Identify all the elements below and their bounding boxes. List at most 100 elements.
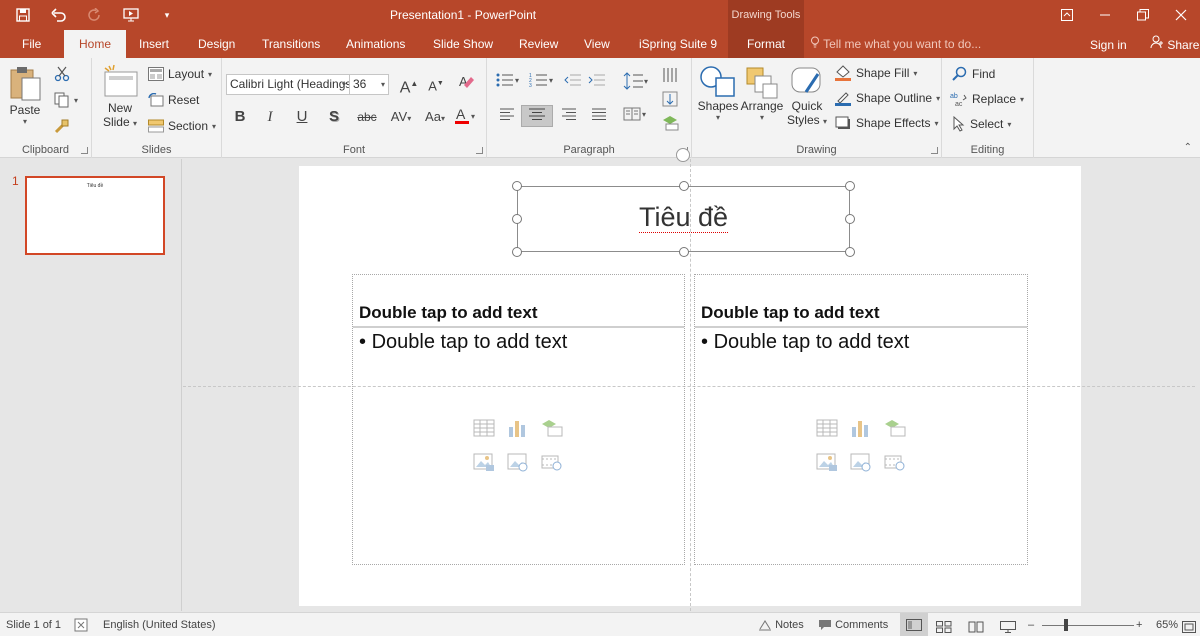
paste-dropdown-icon[interactable]: ▾ xyxy=(6,117,44,126)
shape-outline-button[interactable]: Shape Outline ▾ xyxy=(834,90,940,106)
language-indicator[interactable]: English (United States) xyxy=(103,613,216,636)
left-content-placeholder[interactable]: Double tap to add text • Double tap to a… xyxy=(352,274,685,565)
paste-button[interactable]: Paste ▾ xyxy=(6,64,44,126)
insert-video-icon[interactable] xyxy=(884,452,906,474)
justify-icon[interactable] xyxy=(587,106,611,128)
replace-button[interactable]: ab ac Replace ▾ xyxy=(950,91,1024,107)
zoom-in-icon[interactable]: + xyxy=(1136,613,1142,636)
copy-icon[interactable]: ▾ xyxy=(54,92,78,108)
minimize-icon[interactable] xyxy=(1086,0,1124,30)
insert-smartart-icon[interactable] xyxy=(541,418,563,440)
tab-design[interactable]: Design xyxy=(198,30,235,58)
tab-ispring[interactable]: iSpring Suite 9 xyxy=(639,30,717,58)
sign-in-link[interactable]: Sign in xyxy=(1090,30,1127,60)
increase-font-size-icon[interactable]: A▲ xyxy=(397,73,421,96)
resize-handle-top-right[interactable] xyxy=(845,181,855,191)
increase-indent-icon[interactable] xyxy=(585,72,609,94)
close-icon[interactable] xyxy=(1162,0,1200,30)
notes-button[interactable]: Notes xyxy=(758,613,804,636)
cut-icon[interactable] xyxy=(54,66,70,82)
slide-show-view-icon[interactable] xyxy=(1000,618,1016,636)
bold-button[interactable]: B xyxy=(228,106,252,128)
normal-view-icon[interactable] xyxy=(900,613,928,636)
insert-online-picture-icon[interactable] xyxy=(850,452,872,474)
tab-home[interactable]: Home xyxy=(64,30,127,59)
resize-handle-bottom-left[interactable] xyxy=(512,247,522,257)
reading-view-icon[interactable] xyxy=(968,618,984,636)
vertical-scrollbar[interactable] xyxy=(1195,159,1200,611)
text-direction-icon[interactable] xyxy=(659,66,683,88)
collapse-ribbon-icon[interactable]: ⌃ xyxy=(1184,142,1192,153)
tab-insert[interactable]: Insert xyxy=(139,30,169,58)
title-placeholder[interactable]: Tiêu đề xyxy=(517,186,850,252)
rotate-handle-icon[interactable] xyxy=(676,148,690,162)
columns-icon[interactable]: ▾ xyxy=(621,106,651,128)
insert-picture-icon[interactable] xyxy=(816,452,838,474)
resize-handle-bottom[interactable] xyxy=(679,247,689,257)
ribbon-display-options-icon[interactable] xyxy=(1048,0,1086,30)
tab-slide-show[interactable]: Slide Show xyxy=(433,30,493,58)
resize-handle-left[interactable] xyxy=(512,214,522,224)
resize-handle-bottom-right[interactable] xyxy=(845,247,855,257)
section-button[interactable]: Section ▾ xyxy=(148,119,216,133)
zoom-slider-track[interactable] xyxy=(1042,625,1134,626)
fit-slide-icon[interactable] xyxy=(1182,618,1196,636)
right-content-placeholder[interactable]: Double tap to add text • Double tap to a… xyxy=(694,274,1028,565)
arrange-button[interactable]: Arrange ▾ xyxy=(740,64,784,122)
tab-animations[interactable]: Animations xyxy=(346,30,405,58)
drawing-launcher-icon[interactable] xyxy=(931,147,938,154)
customize-qat-icon[interactable]: ▾ xyxy=(152,4,182,26)
insert-chart-icon[interactable] xyxy=(850,418,872,440)
slide-thumbnail[interactable]: Tiêu đề xyxy=(25,176,165,255)
insert-video-icon[interactable] xyxy=(541,452,563,474)
zoom-level[interactable]: 65% xyxy=(1156,613,1178,636)
align-right-icon[interactable] xyxy=(557,106,581,128)
insert-smartart-icon[interactable] xyxy=(884,418,906,440)
tab-view[interactable]: View xyxy=(584,30,610,58)
restore-icon[interactable] xyxy=(1124,0,1162,30)
tab-review[interactable]: Review xyxy=(519,30,558,58)
insert-table-icon[interactable] xyxy=(473,418,495,440)
underline-button[interactable]: U xyxy=(290,106,314,128)
font-name-combo[interactable]: Calibri Light (Headings ▾ xyxy=(226,74,350,95)
align-left-icon[interactable] xyxy=(495,106,519,128)
share-button[interactable]: Share xyxy=(1150,30,1199,60)
find-button[interactable]: Find xyxy=(952,66,995,82)
insert-table-icon[interactable] xyxy=(816,418,838,440)
slide-sorter-view-icon[interactable] xyxy=(936,618,952,636)
zoom-out-icon[interactable]: – xyxy=(1028,613,1034,636)
redo-icon[interactable] xyxy=(80,4,110,26)
clear-formatting-icon[interactable]: A xyxy=(455,73,479,95)
right-heading-text[interactable]: Double tap to add text xyxy=(701,303,880,323)
undo-icon[interactable] xyxy=(44,4,74,26)
decrease-font-size-icon[interactable]: A▼ xyxy=(424,73,448,95)
spell-check-icon[interactable] xyxy=(74,613,88,636)
presentation-start-icon[interactable] xyxy=(116,4,146,26)
reset-button[interactable]: Reset xyxy=(148,93,199,107)
tell-me-box[interactable]: Tell me what you want to do... xyxy=(810,30,981,59)
quick-styles-button[interactable]: Quick Styles ▾ xyxy=(786,64,828,127)
save-icon[interactable] xyxy=(8,4,38,26)
clipboard-launcher-icon[interactable] xyxy=(81,147,88,154)
align-center-icon[interactable] xyxy=(521,105,553,127)
left-bullet-text[interactable]: • Double tap to add text xyxy=(359,331,567,354)
shape-fill-button[interactable]: Shape Fill ▾ xyxy=(834,65,917,81)
decrease-indent-icon[interactable] xyxy=(561,72,585,94)
tab-file[interactable]: File xyxy=(22,30,41,58)
shapes-button[interactable]: Shapes ▾ xyxy=(696,64,740,122)
text-shadow-button[interactable]: S xyxy=(322,106,346,128)
align-text-icon[interactable] xyxy=(659,90,683,112)
slide-title-text[interactable]: Tiêu đề xyxy=(518,202,849,233)
font-size-combo[interactable]: 36 ▾ xyxy=(349,74,389,95)
left-heading-text[interactable]: Double tap to add text xyxy=(359,303,538,323)
select-button[interactable]: Select ▾ xyxy=(952,116,1011,132)
change-case-button[interactable]: Aa▾ xyxy=(420,106,450,128)
insert-online-picture-icon[interactable] xyxy=(507,452,529,474)
resize-handle-top-left[interactable] xyxy=(512,181,522,191)
tab-format[interactable]: Format xyxy=(728,30,805,58)
right-bullet-text[interactable]: • Double tap to add text xyxy=(701,331,909,354)
insert-chart-icon[interactable] xyxy=(507,418,529,440)
layout-button[interactable]: Layout ▾ xyxy=(148,67,212,81)
italic-button[interactable]: I xyxy=(258,106,282,128)
resize-handle-right[interactable] xyxy=(845,214,855,224)
